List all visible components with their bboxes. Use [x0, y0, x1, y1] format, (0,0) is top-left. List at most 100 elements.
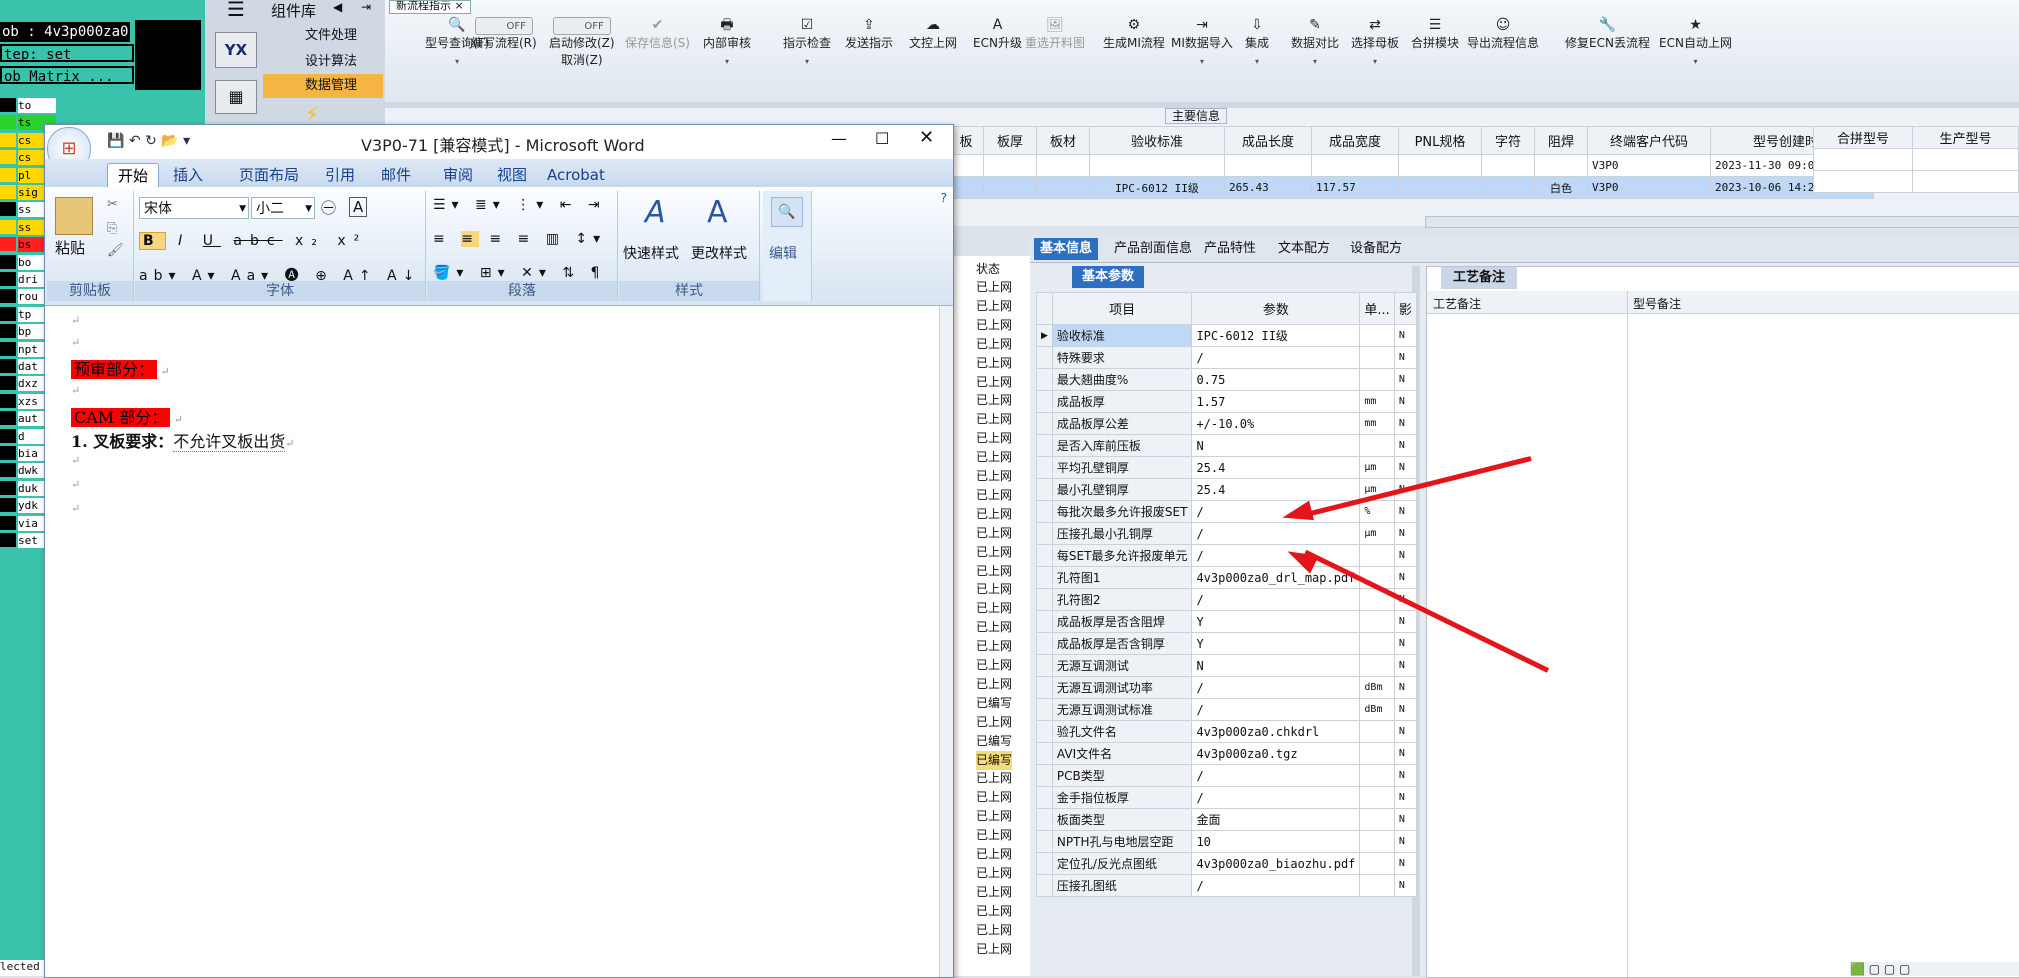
row-selector[interactable] [1036, 764, 1053, 787]
toolbar-button-13[interactable]: ✎ 数据对比 ▾ [1291, 16, 1339, 66]
row-selector[interactable]: ▶ [1036, 324, 1053, 347]
grid-cell-item[interactable]: AVI文件名 [1051, 742, 1193, 765]
grid-cell-param[interactable]: Y [1191, 632, 1361, 655]
layer-color-swatch[interactable] [0, 167, 16, 182]
dropdown-arrow-icon[interactable]: ▾ [1171, 57, 1233, 66]
grid-cell-unit[interactable]: mm [1359, 412, 1395, 435]
row-selector[interactable] [1036, 390, 1053, 413]
grid-cell-flag[interactable]: N [1393, 434, 1417, 457]
grid-cell-item[interactable]: 特殊要求 [1051, 346, 1193, 369]
grid-cell-flag[interactable]: N [1393, 874, 1417, 897]
paste-button[interactable]: 粘贴 [55, 237, 85, 258]
grid-cell-unit[interactable]: % [1359, 500, 1395, 523]
char-border-icon[interactable]: A [349, 197, 368, 217]
dropdown-arrow-icon[interactable]: ▾ [425, 57, 489, 66]
grid-cell-flag[interactable]: N [1393, 544, 1417, 567]
toolbar-button-7[interactable]: ☁ 文控上网 [909, 16, 957, 51]
row-selector[interactable] [1036, 522, 1053, 545]
grid-cell-unit[interactable] [1359, 742, 1395, 765]
grid-cell-param[interactable]: 1.57 [1191, 390, 1361, 413]
matrix-button[interactable]: ob Matrix ... [0, 66, 134, 85]
toggle-switch[interactable]: OFF [552, 17, 611, 35]
grid-cell-param[interactable]: 10 [1191, 830, 1361, 853]
grid-cell-param[interactable]: +/-10.0% [1191, 412, 1361, 435]
grid-cell-unit[interactable] [1359, 874, 1395, 897]
table-row[interactable]: 成品板厚 1.57 mm N [1036, 390, 1417, 413]
nav-prev-icon[interactable]: ◀ [333, 0, 342, 14]
toolbar-button-18[interactable]: ★ ECN自动上网 ▾ [1659, 16, 1732, 66]
row-selector[interactable] [1036, 698, 1053, 721]
grid-cell-unit[interactable]: dBm [1359, 698, 1395, 721]
status-cell[interactable]: 已上网 [976, 921, 1012, 940]
status-cell[interactable]: 已上网 [976, 467, 1012, 486]
dropdown-arrow-icon[interactable]: ▾ [1245, 57, 1269, 66]
font-format-row[interactable]: B I U abc x₂ x² [139, 232, 367, 250]
grid-cell-unit[interactable] [1359, 654, 1395, 677]
grid-cell-item[interactable]: 每批次最多允许报废SET [1051, 500, 1193, 523]
grid-cell-unit[interactable] [1359, 434, 1395, 457]
layer-color-swatch[interactable] [0, 219, 16, 234]
word-document[interactable]: ↵ ↵ 预审部分： ↵ ↵ CAM 部分： ↵ 1. 叉板要求：不允许叉板出货↵… [45, 306, 940, 977]
status-cell[interactable]: 已上网 [976, 297, 1012, 316]
grid-cell-unit[interactable] [1359, 610, 1395, 633]
status-cell[interactable]: 已上网 [976, 335, 1012, 354]
table-row[interactable]: 特殊要求 / N [1036, 346, 1417, 369]
layer-color-swatch[interactable] [0, 254, 16, 269]
table-row[interactable]: 成品板厚是否含铜厚 Y N [1036, 632, 1417, 655]
grid-cell-item[interactable]: 定位孔/反光点图纸 [1051, 852, 1193, 875]
grid-cell-param[interactable]: 金面 [1191, 808, 1361, 831]
layer-color-swatch[interactable] [0, 289, 16, 304]
grid-cell-unit[interactable] [1359, 852, 1395, 875]
grid-cell-param[interactable]: 4v3p000za0.chkdrl [1191, 720, 1361, 743]
grid-cell-item[interactable]: 孔符图1 [1051, 566, 1193, 589]
basic-params-grid[interactable]: 项目 参数 单... 影 ▶ 验收标准 IPC-6012 II级 N 特殊要求 / N 最大翘曲度% 0… [1036, 292, 1417, 897]
nav-next-icon[interactable]: ⇥ [361, 0, 371, 14]
row-selector[interactable] [1036, 544, 1053, 567]
row-selector[interactable] [1036, 566, 1053, 589]
grid-cell-item[interactable]: 孔符图2 [1051, 588, 1193, 611]
grid-cell-unit[interactable] [1359, 786, 1395, 809]
grid-header[interactable] [1036, 292, 1053, 325]
status-cell[interactable]: 已上网 [976, 618, 1012, 637]
toolbar-button-11[interactable]: ⇥ MI数据导入 ▾ [1171, 16, 1233, 66]
table-row[interactable]: 每SET最多允许报废单元 / N [1036, 544, 1417, 567]
status-cell[interactable]: 已上网 [976, 505, 1012, 524]
toolbar-button-8[interactable]: A ECN升级 [973, 16, 1022, 51]
status-cell[interactable]: 已上网 [976, 562, 1012, 581]
table-row[interactable]: NPTH孔与电地层空距 10 N [1036, 830, 1417, 853]
status-cell[interactable]: 已上网 [976, 637, 1012, 656]
dropdown-arrow-icon[interactable]: ▾ [783, 57, 831, 66]
row-selector[interactable] [1036, 346, 1053, 369]
dropdown-arrow-icon[interactable]: ▾ [703, 57, 751, 66]
panel-tab[interactable]: 设备配方 [1344, 238, 1408, 260]
status-cell[interactable]: 已上网 [976, 278, 1012, 297]
word-vertical-scrollbar[interactable] [939, 306, 953, 977]
tray-icons[interactable]: 🟩 ▢ ▢ ▢ [1850, 962, 2019, 976]
row-selector[interactable] [1036, 368, 1053, 391]
status-cell[interactable]: 已上网 [976, 940, 1012, 959]
status-cell[interactable]: 已上网 [976, 769, 1012, 788]
dropdown-arrow-icon[interactable]: ▾ [1351, 57, 1399, 66]
ribbon-tab[interactable]: 页面布局 [229, 163, 309, 187]
quick-access-icons[interactable]: 💾 ↶ ↻ 📂 ▾ [107, 133, 190, 149]
layer-color-swatch[interactable] [0, 515, 16, 530]
table-row[interactable]: 成品板厚公差 +/-10.0% mm N [1036, 412, 1417, 435]
grid-cell-param[interactable]: 4v3p000za0_drl_map.pdf [1191, 566, 1361, 589]
table-row[interactable]: 定位孔/反光点图纸 4v3p000za0_biaozhu.pdf N [1036, 852, 1417, 875]
horizontal-scrollbar[interactable] [1425, 216, 2019, 228]
ribbon-tab[interactable]: 插入 [163, 163, 213, 187]
grid-cell-flag[interactable]: N [1393, 412, 1417, 435]
layer-color-swatch[interactable] [0, 359, 16, 373]
status-cell[interactable]: 已上网 [976, 429, 1012, 448]
grid-cell-param[interactable]: 0.75 [1191, 368, 1361, 391]
grid-cell-item[interactable]: 每SET最多允许报废单元 [1051, 544, 1193, 567]
font-size-select[interactable]: 小二 ▼ [251, 197, 315, 219]
grid-cell-unit[interactable] [1359, 808, 1395, 831]
table-row[interactable]: 压接孔最小孔铜厚 / μm N [1036, 522, 1417, 545]
row-selector[interactable] [1036, 588, 1053, 611]
layer-color-swatch[interactable] [0, 498, 16, 513]
change-style-icon[interactable]: A [707, 195, 728, 230]
row-selector[interactable] [1036, 412, 1053, 435]
main-info-table[interactable]: 板板厚 板材 验收标准 成品长度 成品宽度 PNL规格 字符 阻焊 终端客户代码 型号创建时间 V3… [948, 126, 1874, 199]
ribbon-tab[interactable]: 引用 [315, 163, 365, 187]
